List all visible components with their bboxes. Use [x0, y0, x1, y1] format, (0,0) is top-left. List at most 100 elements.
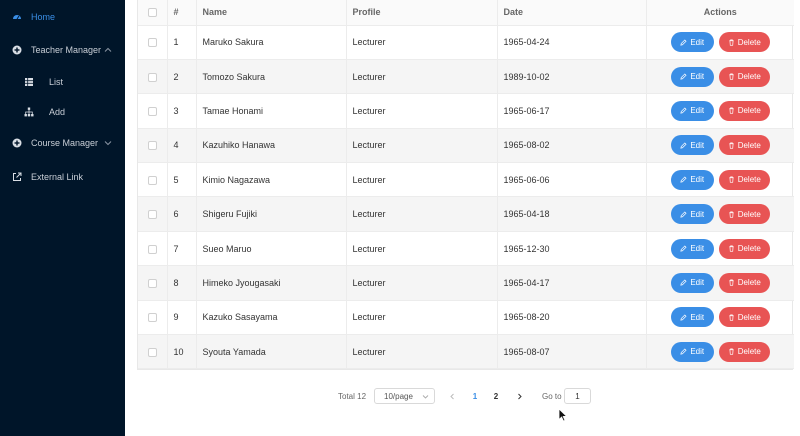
main-content: # Name Profile Date Actions 1 Maruko Saku… [125, 0, 800, 436]
row-checkbox[interactable] [147, 210, 157, 220]
sidebar-item-teacher-manager[interactable]: Teacher Manager [0, 38, 125, 62]
delete-button-label: Delete [737, 140, 761, 150]
column-header-index: # [167, 0, 197, 26]
delete-button[interactable]: Delete [718, 341, 770, 362]
chevron-down-icon [103, 138, 113, 148]
delete-button[interactable]: Delete [718, 169, 770, 190]
edit-button[interactable]: Edit [670, 238, 714, 259]
edit-button[interactable]: Edit [670, 100, 714, 121]
edit-button[interactable]: Edit [670, 66, 714, 87]
cell-date: 1965-08-02 [497, 128, 647, 164]
row-checkbox[interactable] [147, 38, 157, 48]
cell-date: 1965-04-17 [497, 265, 647, 301]
sidebar-item-course-manager[interactable]: Course Manager [0, 131, 125, 155]
edit-button-label: Edit [690, 244, 705, 254]
edit-button-label: Edit [690, 140, 705, 150]
row-checkbox[interactable] [147, 175, 157, 185]
delete-button[interactable]: Delete [718, 100, 770, 121]
edit-button-label: Edit [690, 347, 705, 357]
row-checkbox-cell [138, 162, 168, 198]
edit-button[interactable]: Edit [670, 169, 714, 190]
cell-actions: Edit Delete [646, 128, 794, 164]
trash-icon [729, 279, 734, 287]
edit-button[interactable]: Edit [670, 341, 714, 362]
edit-button[interactable]: Edit [670, 32, 714, 53]
select-all-checkbox[interactable] [147, 8, 157, 18]
chevron-down-icon [422, 393, 429, 400]
sidebar-item-external-link[interactable]: External Link [0, 165, 125, 189]
cell-profile: Lecturer [346, 231, 498, 267]
sidebar-item-list[interactable]: List [0, 70, 125, 94]
edit-icon [680, 73, 687, 80]
cell-date: 1989-10-02 [497, 59, 647, 95]
row-checkbox[interactable] [147, 244, 157, 254]
row-checkbox[interactable] [147, 347, 157, 357]
cell-index: 1 [167, 25, 197, 60]
cell-actions: Edit Delete [646, 231, 794, 267]
delete-button[interactable]: Delete [718, 272, 770, 293]
edit-button[interactable]: Edit [670, 272, 714, 293]
delete-button[interactable]: Delete [718, 135, 770, 156]
page-number-2[interactable]: 2 [489, 388, 503, 404]
delete-button[interactable]: Delete [718, 307, 770, 328]
cell-date: 1965-06-06 [497, 162, 647, 198]
sidebar-item-label: Teacher Manager [31, 45, 102, 55]
trash-icon [729, 73, 734, 80]
sidebar-item-label: Course Manager [31, 138, 99, 148]
sidebar-item-add[interactable]: Add [0, 100, 125, 124]
row-checkbox[interactable] [147, 141, 157, 151]
edit-icon [680, 211, 687, 218]
sidebar-item-label: List [49, 77, 64, 87]
sidebar-item-home[interactable]: Home [0, 5, 125, 29]
mouse-cursor-icon [558, 408, 568, 422]
goto-page-input[interactable]: 1 [564, 388, 591, 404]
trash-icon [729, 348, 734, 355]
cell-index: 3 [167, 93, 197, 129]
cell-actions: Edit Delete [646, 25, 794, 60]
external-link-icon [12, 172, 22, 182]
delete-button-label: Delete [737, 347, 761, 357]
trash-icon [729, 314, 734, 321]
row-checkbox[interactable] [147, 278, 157, 288]
cell-name: Kimio Nagazawa [196, 162, 347, 198]
delete-button[interactable]: Delete [718, 32, 770, 53]
edit-icon [680, 176, 687, 183]
edit-button-label: Edit [690, 175, 705, 185]
chevron-up-icon [103, 45, 113, 55]
cell-name: Kazuhiko Hanawa [196, 128, 347, 164]
cell-index: 10 [167, 334, 197, 370]
cell-actions: Edit Delete [646, 300, 794, 336]
edit-button[interactable]: Edit [670, 135, 714, 156]
row-checkbox-cell [138, 196, 168, 232]
page-size-select[interactable]: 10/page [374, 388, 435, 404]
cell-actions: Edit Delete [646, 93, 794, 129]
row-checkbox-cell [138, 334, 168, 370]
next-page-button[interactable] [513, 388, 525, 404]
sidebar-item-label: Add [49, 107, 66, 117]
row-checkbox[interactable] [147, 72, 157, 82]
table-row: 5 Kimio Nagazawa Lecturer 1965-06-06 Edit Del… [138, 162, 794, 198]
page-number-1[interactable]: 1 [468, 388, 482, 404]
grid-icon [24, 77, 34, 87]
delete-button[interactable]: Delete [718, 204, 770, 225]
table-row: 1 Maruko Sakura Lecturer 1965-04-24 Edit Dele… [138, 25, 794, 60]
trash-icon [729, 176, 734, 183]
page-size-value: 10/page [384, 391, 413, 401]
table-row: 4 Kazuhiko Hanawa Lecturer 1965-08-02 Edit De… [138, 128, 794, 164]
row-checkbox-cell [138, 25, 168, 60]
prev-page-button[interactable] [446, 388, 458, 404]
cell-actions: Edit Delete [646, 162, 794, 198]
row-checkbox[interactable] [147, 313, 157, 323]
delete-button[interactable]: Delete [718, 66, 770, 87]
row-checkbox[interactable] [147, 107, 157, 117]
cell-profile: Lecturer [346, 162, 498, 198]
delete-button-label: Delete [737, 244, 761, 254]
cell-date: 1965-04-18 [497, 196, 647, 232]
cell-date: 1965-08-20 [497, 300, 647, 336]
delete-button[interactable]: Delete [718, 238, 770, 259]
edit-button[interactable]: Edit [670, 307, 714, 328]
edit-button[interactable]: Edit [670, 204, 714, 225]
cell-name: Syouta Yamada [196, 334, 347, 370]
sitemap-icon [24, 107, 34, 117]
delete-button-label: Delete [737, 106, 761, 116]
